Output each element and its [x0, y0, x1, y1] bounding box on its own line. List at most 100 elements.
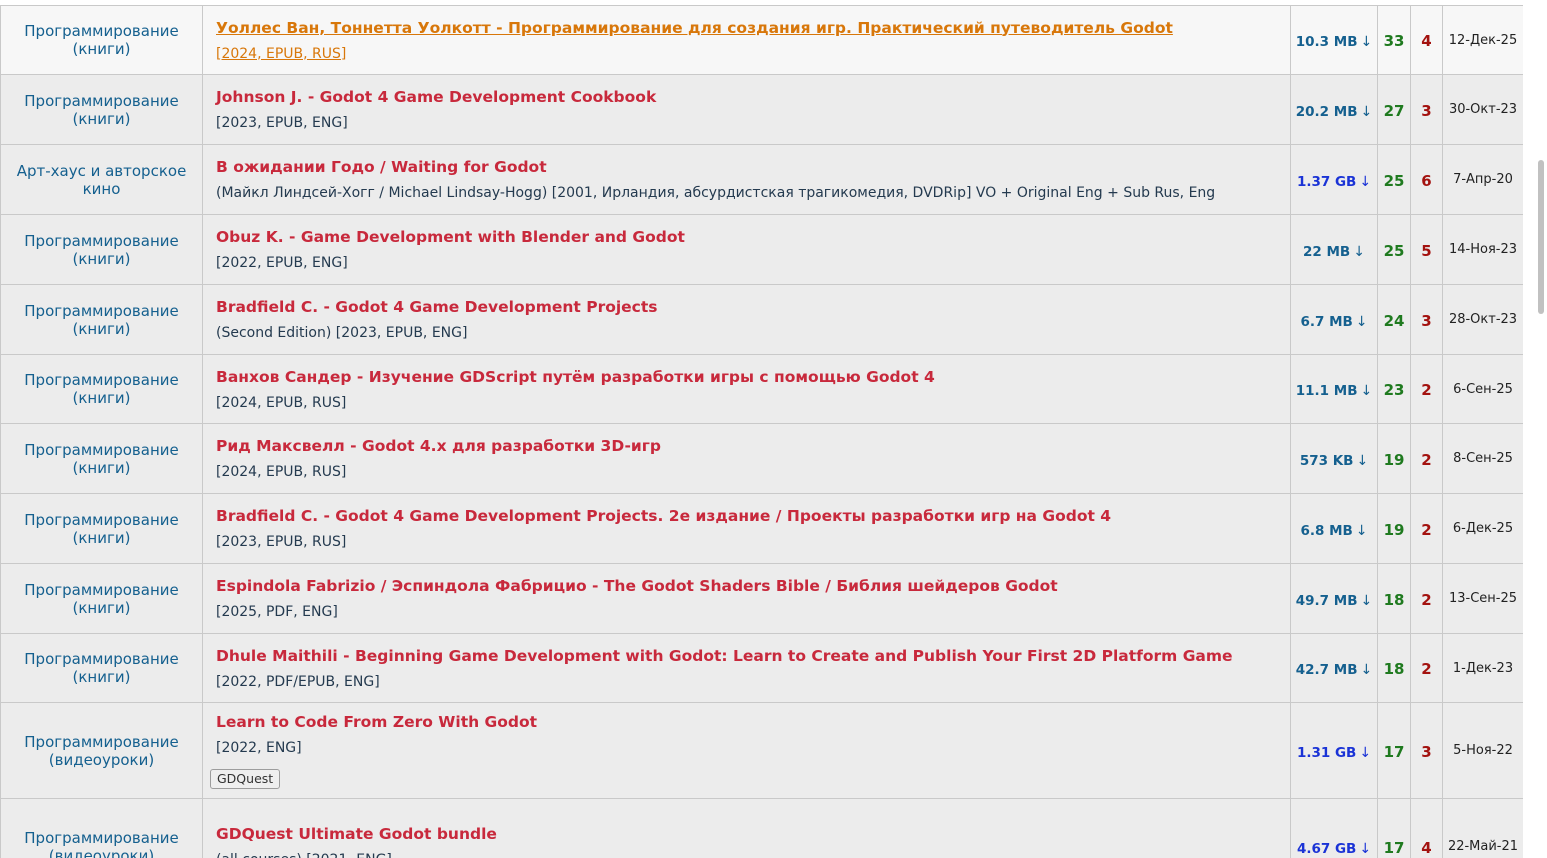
size-cell: 22 MB ↓: [1290, 214, 1378, 285]
leechers-count: 2: [1410, 354, 1443, 424]
table-row: Программирование (книги) Ванхов Сандер - И…: [0, 354, 1524, 424]
category-cell: Программирование (книги): [0, 563, 203, 634]
table-row: Программирование (книги) Obuz K. - Game De…: [0, 214, 1524, 285]
tag-button[interactable]: GDQuest: [210, 769, 281, 789]
title-cell: Ванхов Сандер - Изучение GDScript путём …: [202, 354, 1291, 424]
download-link[interactable]: 573 KB ↓: [1300, 453, 1368, 469]
torrent-subtitle: (Майкл Линдсей-Хогг / Michael Lindsay-Ho…: [216, 185, 1216, 201]
table-row: Арт-хаус и авторское кино В ожидании Годо …: [0, 144, 1524, 215]
date-cell: 12-Дек-25: [1442, 5, 1524, 75]
category-cell: Программирование (книги): [0, 633, 203, 703]
category-link[interactable]: Программирование (книги): [18, 92, 184, 128]
torrent-title-link[interactable]: В ожидании Годо / Waiting for Godot: [216, 157, 1290, 177]
table-row: Программирование (книги) Рид Максвелл - Go…: [0, 423, 1524, 494]
category-link[interactable]: Программирование (видеоуроки): [18, 733, 184, 769]
size-cell: 6.8 MB ↓: [1290, 493, 1378, 564]
size-cell: 10.3 MB ↓: [1290, 5, 1378, 75]
category-cell: Программирование (книги): [0, 423, 203, 494]
category-cell: Программирование (видеоуроки): [0, 798, 203, 858]
seeds-count: 23: [1377, 354, 1411, 424]
down-arrow-icon: ↓: [1360, 592, 1373, 609]
torrent-title-link[interactable]: Bradfield C. - Godot 4 Game Development …: [216, 506, 1290, 526]
size-cell: 42.7 MB ↓: [1290, 633, 1378, 703]
date-cell: 14-Ноя-23: [1442, 214, 1524, 285]
torrent-title-link[interactable]: Espindola Fabrizio / Эспиндола Фабрицио …: [216, 576, 1290, 596]
torrent-subtitle: [2024, EPUB, RUS]: [216, 394, 347, 411]
download-link[interactable]: 11.1 MB ↓: [1296, 383, 1372, 399]
category-link[interactable]: Программирование (книги): [18, 581, 184, 617]
download-link[interactable]: 1.37 GB ↓: [1297, 174, 1371, 190]
torrent-title-link[interactable]: Рид Максвелл - Godot 4.x для разработки …: [216, 436, 1290, 456]
leechers-count: 3: [1410, 284, 1443, 355]
down-arrow-icon: ↓: [1360, 383, 1373, 399]
title-cell: Bradfield C. - Godot 4 Game Development …: [202, 493, 1291, 564]
scrollbar-thumb[interactable]: [1538, 160, 1544, 314]
category-link[interactable]: Программирование (книги): [18, 441, 184, 477]
date-cell: 22-Май-21: [1442, 798, 1524, 858]
torrent-title-link[interactable]: Johnson J. - Godot 4 Game Development Co…: [216, 87, 1290, 107]
download-link[interactable]: 20.2 MB ↓: [1296, 104, 1372, 120]
download-link[interactable]: 4.67 GB ↓: [1297, 841, 1371, 857]
down-arrow-icon: ↓: [1360, 34, 1373, 50]
down-arrow-icon: ↓: [1353, 243, 1365, 260]
table-row: Программирование (видеоуроки) Learn to Cod…: [0, 702, 1524, 799]
date-cell: 6-Сен-25: [1442, 354, 1524, 424]
download-link[interactable]: 6.8 MB ↓: [1300, 523, 1367, 539]
size-cell: 4.67 GB ↓: [1290, 798, 1378, 858]
category-link[interactable]: Программирование (книги): [18, 650, 184, 686]
down-arrow-icon: ↓: [1355, 522, 1368, 539]
date-cell: 5-Ноя-22: [1442, 702, 1524, 799]
title-cell: Bradfield C. - Godot 4 Game Development …: [202, 284, 1291, 355]
size-cell: 573 KB ↓: [1290, 423, 1378, 494]
date-cell: 28-Окт-23: [1442, 284, 1524, 355]
category-cell: Программирование (книги): [0, 5, 203, 75]
title-cell: Obuz K. - Game Development with Blender …: [202, 214, 1291, 285]
download-link[interactable]: 49.7 MB ↓: [1296, 593, 1372, 609]
torrent-title-link[interactable]: Dhule Maithili - Beginning Game Developm…: [216, 646, 1290, 666]
table-row: Программирование (книги) Уоллес Ван, Тонне…: [0, 5, 1524, 75]
torrent-subtitle: [2023, EPUB, RUS]: [216, 534, 347, 550]
table-row: Программирование (книги) Bradfield C. - Go…: [0, 284, 1524, 355]
title-cell: Уоллес Ван, Тоннетта Уолкотт - Программи…: [202, 5, 1291, 75]
category-cell: Программирование (книги): [0, 493, 203, 564]
leechers-count: 2: [1410, 493, 1443, 564]
seeds-count: 27: [1377, 74, 1411, 145]
torrent-title-link[interactable]: Obuz K. - Game Development with Blender …: [216, 227, 1290, 247]
torrent-subtitle: [2022, ENG]: [216, 740, 302, 756]
category-link[interactable]: Арт-хаус и авторское кино: [11, 162, 193, 198]
table-row: Программирование (видеоуроки) GDQuest Ulti…: [0, 798, 1524, 858]
category-link[interactable]: Программирование (книги): [18, 302, 184, 338]
date-cell: 30-Окт-23: [1442, 74, 1524, 145]
download-link[interactable]: 1.31 GB ↓: [1297, 745, 1371, 761]
download-link[interactable]: 42.7 MB ↓: [1296, 662, 1372, 678]
category-link[interactable]: Программирование (книги): [18, 511, 184, 547]
download-link[interactable]: 6.7 MB ↓: [1300, 314, 1367, 330]
seeds-count: 18: [1377, 633, 1411, 703]
size-cell: 1.37 GB ↓: [1290, 144, 1378, 215]
category-link[interactable]: Программирование (книги): [18, 371, 184, 407]
category-link[interactable]: Программирование (книги): [18, 232, 184, 268]
torrent-subtitle: [2025, PDF, ENG]: [216, 604, 338, 620]
download-link[interactable]: 22 MB ↓: [1303, 244, 1365, 260]
torrent-title-link[interactable]: Bradfield C. - Godot 4 Game Development …: [216, 297, 1290, 317]
leechers-count: 3: [1410, 74, 1443, 145]
down-arrow-icon: ↓: [1359, 840, 1372, 857]
title-cell: В ожидании Годо / Waiting for Godot (Майк…: [202, 144, 1291, 215]
torrent-subtitle: (all courses) [2021, ENG]: [216, 851, 1290, 858]
title-cell: GDQuest Ultimate Godot bundle (all course…: [202, 798, 1291, 858]
seeds-count: 18: [1377, 563, 1411, 634]
date-cell: 8-Сен-25: [1442, 423, 1524, 494]
torrent-title-link[interactable]: Ванхов Сандер - Изучение GDScript путём …: [216, 367, 1290, 387]
category-link[interactable]: Программирование (видеоуроки): [18, 829, 184, 858]
torrent-title-link[interactable]: Learn to Code From Zero With Godot: [216, 712, 1290, 732]
down-arrow-icon: ↓: [1356, 452, 1369, 469]
torrent-subtitle: [2024, EPUB, RUS]: [216, 45, 347, 62]
seeds-count: 25: [1377, 214, 1411, 285]
scrollbar[interactable]: [1523, 0, 1547, 858]
download-link[interactable]: 10.3 MB ↓: [1296, 34, 1372, 50]
torrent-title-link[interactable]: Уоллес Ван, Тоннетта Уолкотт - Программи…: [216, 18, 1290, 38]
down-arrow-icon: ↓: [1360, 103, 1373, 120]
leechers-count: 2: [1410, 563, 1443, 634]
category-link[interactable]: Программирование (книги): [18, 22, 184, 58]
torrent-title-link[interactable]: GDQuest Ultimate Godot bundle: [216, 824, 1290, 844]
